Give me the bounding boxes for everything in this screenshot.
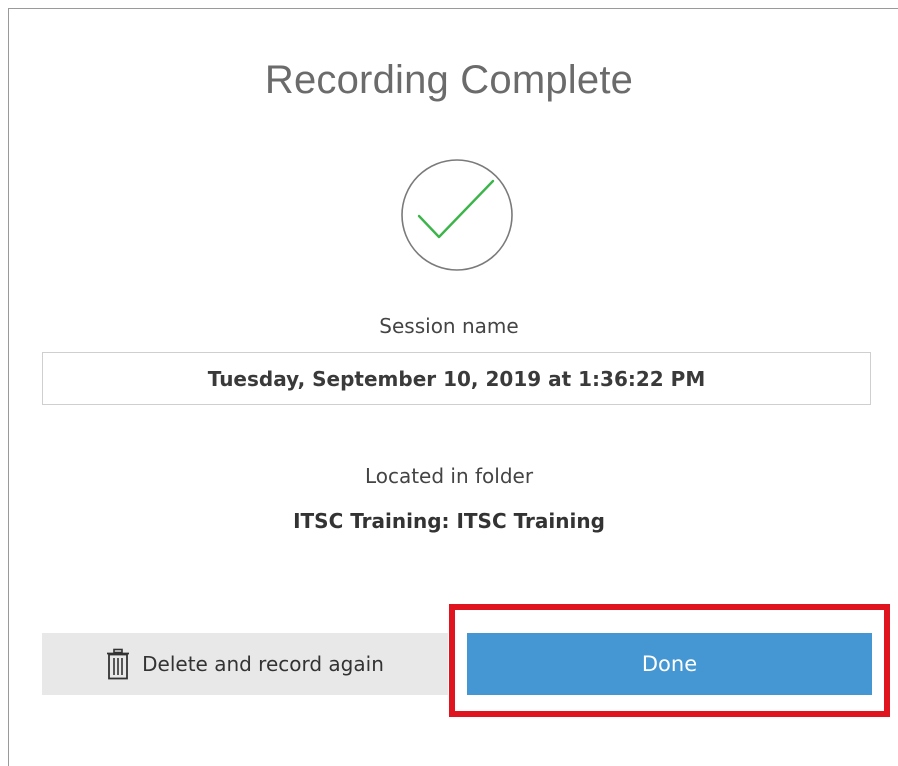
done-button-label: Done — [641, 652, 698, 676]
folder-label: Located in folder — [364, 464, 534, 488]
delete-button-label: Delete and record again — [142, 652, 384, 676]
done-button[interactable]: Done — [467, 633, 872, 695]
folder-name: ITSC Training: ITSC Training — [293, 509, 605, 533]
dialog-title: Recording Complete — [264, 58, 634, 102]
check-circle-icon — [399, 157, 515, 273]
trash-icon — [106, 648, 130, 680]
delete-and-record-again-button[interactable]: Delete and record again — [42, 633, 448, 695]
session-name-label: Session name — [379, 314, 519, 338]
session-name-field[interactable] — [42, 352, 871, 405]
